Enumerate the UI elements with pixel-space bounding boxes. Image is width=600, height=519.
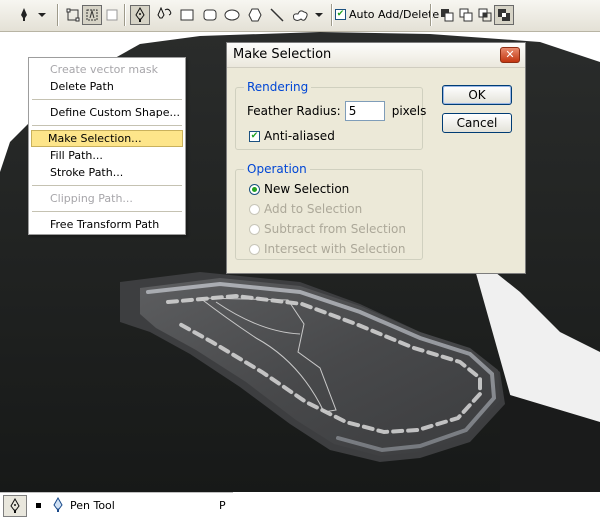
radio-label: Add to Selection bbox=[264, 202, 363, 216]
status-bar: Pen Tool P bbox=[0, 492, 233, 519]
menu-separator bbox=[32, 185, 182, 186]
rendering-legend: Rendering bbox=[244, 80, 312, 94]
anti-aliased-checkbox[interactable]: ✔ Anti-aliased bbox=[249, 129, 335, 143]
toolbar-divider bbox=[430, 4, 432, 26]
pen-icon bbox=[52, 496, 64, 516]
intersect-path-icon[interactable] bbox=[475, 5, 495, 25]
pen-tool-icon[interactable] bbox=[3, 495, 27, 517]
cancel-button[interactable]: Cancel bbox=[442, 113, 512, 133]
ok-button[interactable]: OK bbox=[442, 85, 512, 105]
dialog-title-bar[interactable]: Make Selection bbox=[227, 43, 525, 68]
radio-button bbox=[249, 203, 260, 215]
menu-item-create-vector-mask: Create vector mask bbox=[50, 63, 158, 76]
menu-separator bbox=[32, 211, 182, 212]
radio-button bbox=[249, 243, 260, 255]
operation-legend: Operation bbox=[244, 162, 310, 176]
menu-item-fill-path[interactable]: Fill Path... bbox=[32, 147, 182, 164]
radio-label: Subtract from Selection bbox=[264, 222, 406, 236]
ellipse-icon[interactable] bbox=[222, 5, 242, 25]
rounded-rectangle-icon[interactable] bbox=[200, 5, 220, 25]
radio-new-selection[interactable]: New Selection bbox=[249, 182, 349, 196]
active-tool-name: Pen Tool bbox=[70, 499, 115, 512]
toolbar-divider bbox=[331, 4, 333, 26]
feather-radius-label: Feather Radius: bbox=[247, 104, 341, 118]
menu-separator bbox=[32, 125, 182, 126]
menu-item-free-transform-path[interactable]: Free Transform Path bbox=[32, 216, 182, 233]
toolbar-divider bbox=[124, 4, 126, 26]
auto-add-delete-checkbox[interactable]: ✔ Auto Add/Delete bbox=[335, 8, 439, 21]
radio-subtract-from-selection: Subtract from Selection bbox=[249, 222, 406, 236]
options-toolbar: ✔ Auto Add/Delete bbox=[0, 0, 600, 32]
pen-icon[interactable] bbox=[130, 5, 150, 25]
radio-label: Intersect with Selection bbox=[264, 242, 406, 256]
menu-item-delete-path[interactable]: Delete Path bbox=[32, 78, 182, 95]
feather-radius-row: Feather Radius: pixels bbox=[247, 101, 426, 121]
paths-icon[interactable] bbox=[82, 5, 102, 25]
close-icon[interactable]: ✕ bbox=[500, 47, 520, 63]
chevron-down-icon[interactable] bbox=[36, 5, 48, 25]
polygon-icon[interactable] bbox=[245, 5, 265, 25]
path-context-menu: Create vector mask Delete Path Define Cu… bbox=[28, 57, 186, 235]
auto-add-delete-label: Auto Add/Delete bbox=[349, 8, 440, 21]
feather-radius-input[interactable] bbox=[344, 101, 385, 121]
menu-item-clipping-path: Clipping Path... bbox=[50, 192, 133, 205]
line-icon[interactable] bbox=[267, 5, 287, 25]
subtract-from-path-icon[interactable] bbox=[456, 5, 476, 25]
checkmark-icon[interactable]: ✔ bbox=[335, 9, 346, 20]
menu-separator bbox=[32, 99, 182, 100]
checkmark-icon[interactable]: ✔ bbox=[249, 130, 260, 142]
tool-shortcut: P bbox=[219, 499, 226, 512]
pen-preset-icon[interactable] bbox=[14, 5, 34, 25]
radio-button[interactable] bbox=[249, 183, 260, 195]
menu-item-define-custom-shape[interactable]: Define Custom Shape... bbox=[32, 104, 182, 121]
toolbar-divider bbox=[57, 4, 59, 26]
radio-add-to-selection: Add to Selection bbox=[249, 202, 362, 216]
radio-label: New Selection bbox=[264, 182, 350, 196]
add-to-path-icon[interactable] bbox=[437, 5, 457, 25]
anti-aliased-label: Anti-aliased bbox=[264, 129, 335, 143]
feather-unit-label: pixels bbox=[391, 104, 427, 118]
chevron-down-icon[interactable] bbox=[313, 5, 325, 25]
custom-shape-icon[interactable] bbox=[290, 5, 310, 25]
rectangle-icon[interactable] bbox=[177, 5, 197, 25]
shape-layers-icon[interactable] bbox=[63, 5, 83, 25]
make-selection-dialog: Make Selection ✕ Rendering Feather Radiu… bbox=[226, 42, 526, 274]
fill-pixels-icon[interactable] bbox=[102, 5, 122, 25]
radio-button bbox=[249, 223, 260, 235]
dialog-title: Make Selection bbox=[233, 47, 332, 62]
menu-item-stroke-path[interactable]: Stroke Path... bbox=[32, 164, 182, 181]
radio-intersect-with-selection: Intersect with Selection bbox=[249, 242, 406, 256]
exclude-overlap-icon[interactable] bbox=[494, 5, 514, 25]
menu-item-make-selection[interactable]: Make Selection... bbox=[31, 130, 183, 147]
freeform-pen-icon[interactable] bbox=[154, 5, 174, 25]
bullet-icon bbox=[36, 503, 41, 508]
